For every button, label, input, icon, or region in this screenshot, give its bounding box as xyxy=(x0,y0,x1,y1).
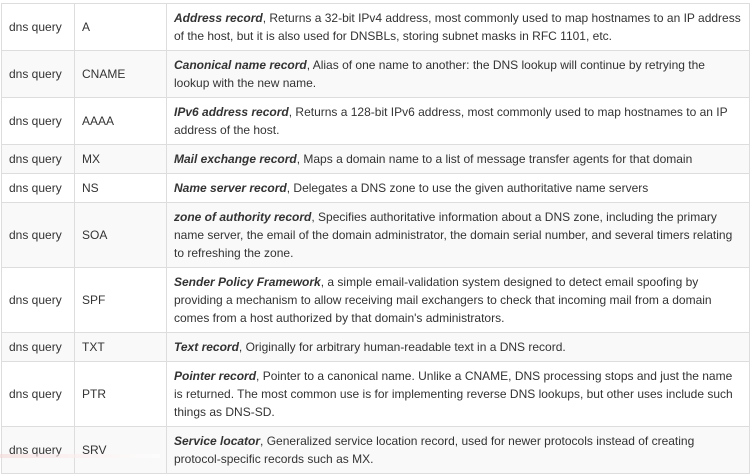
record-name: Pointer record xyxy=(174,369,257,383)
record-type-cell: SPF xyxy=(74,267,167,333)
record-name: zone of authority record xyxy=(174,210,312,224)
query-cell: dns query xyxy=(1,267,75,333)
query-cell: dns query xyxy=(1,3,75,51)
table-row: dns query A Address record, Returns a 32… xyxy=(1,3,750,51)
description-cell: Address record, Returns a 32-bit IPv4 ad… xyxy=(166,3,750,51)
record-description: , Originally for arbitrary human-readabl… xyxy=(238,340,566,354)
table-row: dns query TXT Text record, Originally fo… xyxy=(1,332,750,362)
query-cell: dns query xyxy=(1,202,75,268)
record-name: Name server record xyxy=(174,181,287,195)
record-name: Text record xyxy=(174,340,239,354)
table-row: dns query PTR Pointer record, Pointer to… xyxy=(1,361,750,427)
record-type-cell: TXT xyxy=(74,332,167,362)
description-cell: Pointer record, Pointer to a canonical n… xyxy=(166,361,750,427)
record-type-cell: NS xyxy=(74,173,167,203)
query-cell: dns query xyxy=(1,144,75,174)
description-cell: Sender Policy Framework, a simple email-… xyxy=(166,267,750,333)
table-row: dns query MX Mail exchange record, Maps … xyxy=(1,144,750,174)
query-cell: dns query xyxy=(1,332,75,362)
table-row: dns query SOA zone of authority record, … xyxy=(1,202,750,268)
description-cell: Name server record, Delegates a DNS zone… xyxy=(166,173,750,203)
record-type-cell: SRV xyxy=(74,426,167,474)
dns-record-table: dns query A Address record, Returns a 32… xyxy=(1,3,750,474)
description-cell: zone of authority record, Specifies auth… xyxy=(166,202,750,268)
record-type-cell: A xyxy=(74,3,167,51)
description-cell: IPv6 address record, Returns a 128-bit I… xyxy=(166,97,750,145)
record-name: Address record xyxy=(174,11,263,25)
crop-edge-artifact xyxy=(0,454,160,458)
record-name: IPv6 address record xyxy=(174,105,289,119)
table-row: dns query SPF Sender Policy Framework, a… xyxy=(1,267,750,333)
query-cell: dns query xyxy=(1,173,75,203)
record-type-cell: SOA xyxy=(74,202,167,268)
record-name: Canonical name record xyxy=(174,58,307,72)
query-cell: dns query xyxy=(1,97,75,145)
table-row: dns query NS Name server record, Delegat… xyxy=(1,173,750,203)
record-type-cell: CNAME xyxy=(74,50,167,98)
query-cell: dns query xyxy=(1,361,75,427)
record-description: , Pointer to a canonical name. Unlike a … xyxy=(174,369,733,419)
record-type-cell: PTR xyxy=(74,361,167,427)
record-name: Mail exchange record xyxy=(174,152,297,166)
description-cell: Mail exchange record, Maps a domain name… xyxy=(166,144,750,174)
table-row: dns query CNAME Canonical name record, A… xyxy=(1,50,750,98)
table-row: dns query AAAA IPv6 address record, Retu… xyxy=(1,97,750,145)
record-description: , Delegates a DNS zone to use the given … xyxy=(286,181,649,195)
record-name: Sender Policy Framework xyxy=(174,275,321,289)
record-type-cell: AAAA xyxy=(74,97,167,145)
description-cell: Canonical name record, Alias of one name… xyxy=(166,50,750,98)
record-description: , Maps a domain name to a list of messag… xyxy=(296,152,693,166)
description-cell: Text record, Originally for arbitrary hu… xyxy=(166,332,750,362)
description-cell: Service locator, Generalized service loc… xyxy=(166,426,750,474)
query-cell: dns query xyxy=(1,50,75,98)
query-cell: dns query xyxy=(1,426,75,474)
table-row: dns query SRV Service locator, Generaliz… xyxy=(1,426,750,474)
record-type-cell: MX xyxy=(74,144,167,174)
record-name: Service locator xyxy=(174,434,261,448)
